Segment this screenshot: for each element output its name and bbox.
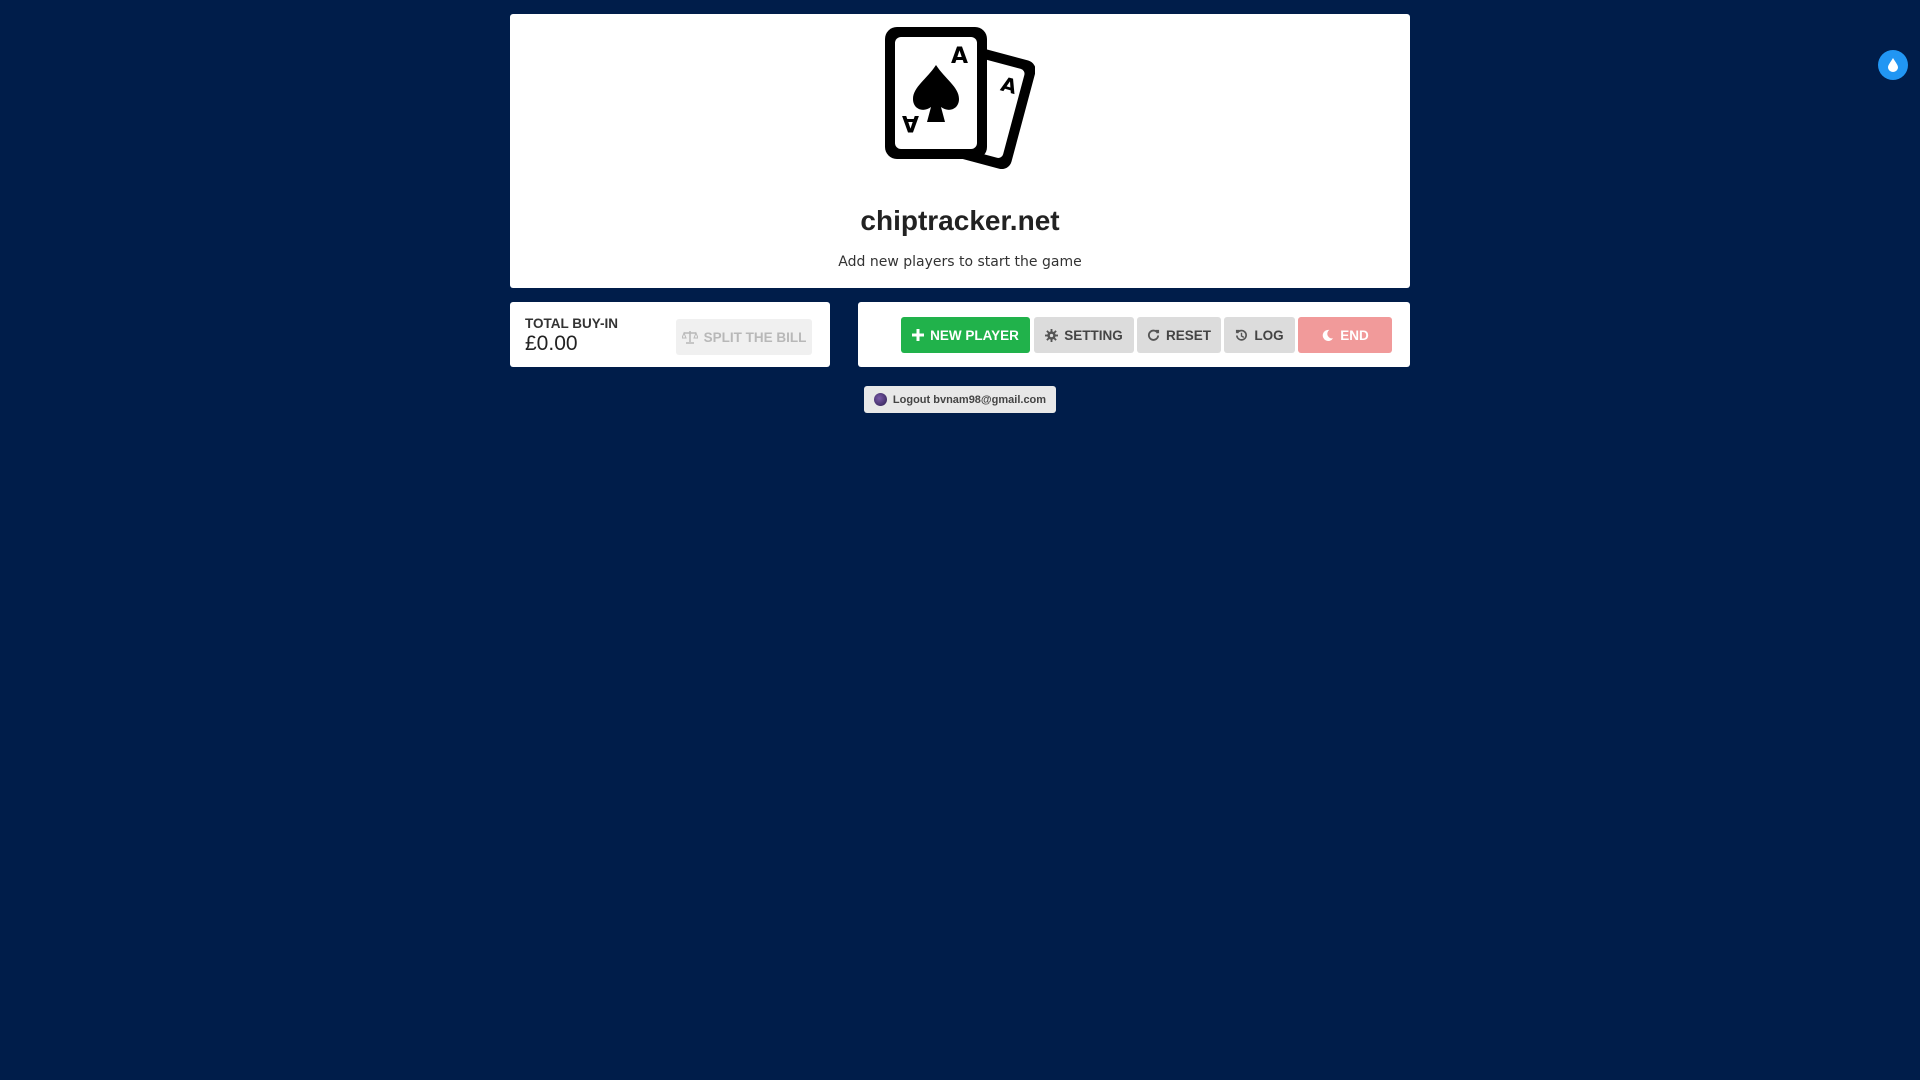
logout-area: Logout bvnam98@gmail.com	[510, 386, 1410, 413]
redo-icon	[1147, 329, 1160, 342]
gear-icon	[1045, 328, 1059, 342]
total-buyin-label: TOTAL BUY-IN	[525, 316, 619, 331]
new-player-button[interactable]: NEW PLAYER	[901, 317, 1030, 353]
moon-icon	[1321, 329, 1334, 342]
main-container: A A A chiptracker.net Add new players to…	[510, 14, 1410, 413]
actions-panel: NEW PLAYER SETTING RESET LOG END	[858, 302, 1410, 367]
logout-button[interactable]: Logout bvnam98@gmail.com	[863, 386, 1057, 413]
front-card-letter-inverted: A	[902, 110, 919, 135]
setting-label: SETTING	[1064, 327, 1123, 343]
avatar	[873, 393, 887, 406]
log-label: LOG	[1254, 327, 1284, 343]
split-the-bill-label: SPLIT THE BILL	[703, 329, 807, 345]
reset-label: RESET	[1165, 327, 1211, 343]
subtitle: Add new players to start the game	[838, 254, 1082, 270]
playing-cards-icon: A A A	[883, 27, 1035, 179]
droplet-icon	[1887, 58, 1899, 72]
scale-icon	[681, 330, 698, 344]
controls-row: TOTAL BUY-IN £0.00 SPLIT THE BILL NEW PL…	[510, 302, 1410, 368]
site-title: chiptracker.net	[860, 205, 1060, 236]
split-the-bill-button[interactable]: SPLIT THE BILL	[676, 319, 812, 355]
log-button[interactable]: LOG	[1224, 317, 1295, 353]
total-buyin-value: £0.00	[525, 332, 578, 355]
buyin-panel: TOTAL BUY-IN £0.00 SPLIT THE BILL	[510, 302, 830, 367]
history-icon	[1235, 329, 1248, 342]
logout-label: Logout bvnam98@gmail.com	[892, 393, 1047, 406]
front-card-letter: A	[951, 44, 968, 69]
reset-button[interactable]: RESET	[1137, 317, 1221, 353]
header-card: A A A chiptracker.net Add new players to…	[510, 14, 1410, 288]
end-label: END	[1340, 327, 1369, 343]
end-button[interactable]: END	[1298, 317, 1392, 353]
theme-toggle-button[interactable]	[1878, 50, 1908, 80]
setting-button[interactable]: SETTING	[1034, 317, 1134, 353]
plus-icon	[912, 329, 925, 341]
new-player-label: NEW PLAYER	[930, 327, 1019, 343]
